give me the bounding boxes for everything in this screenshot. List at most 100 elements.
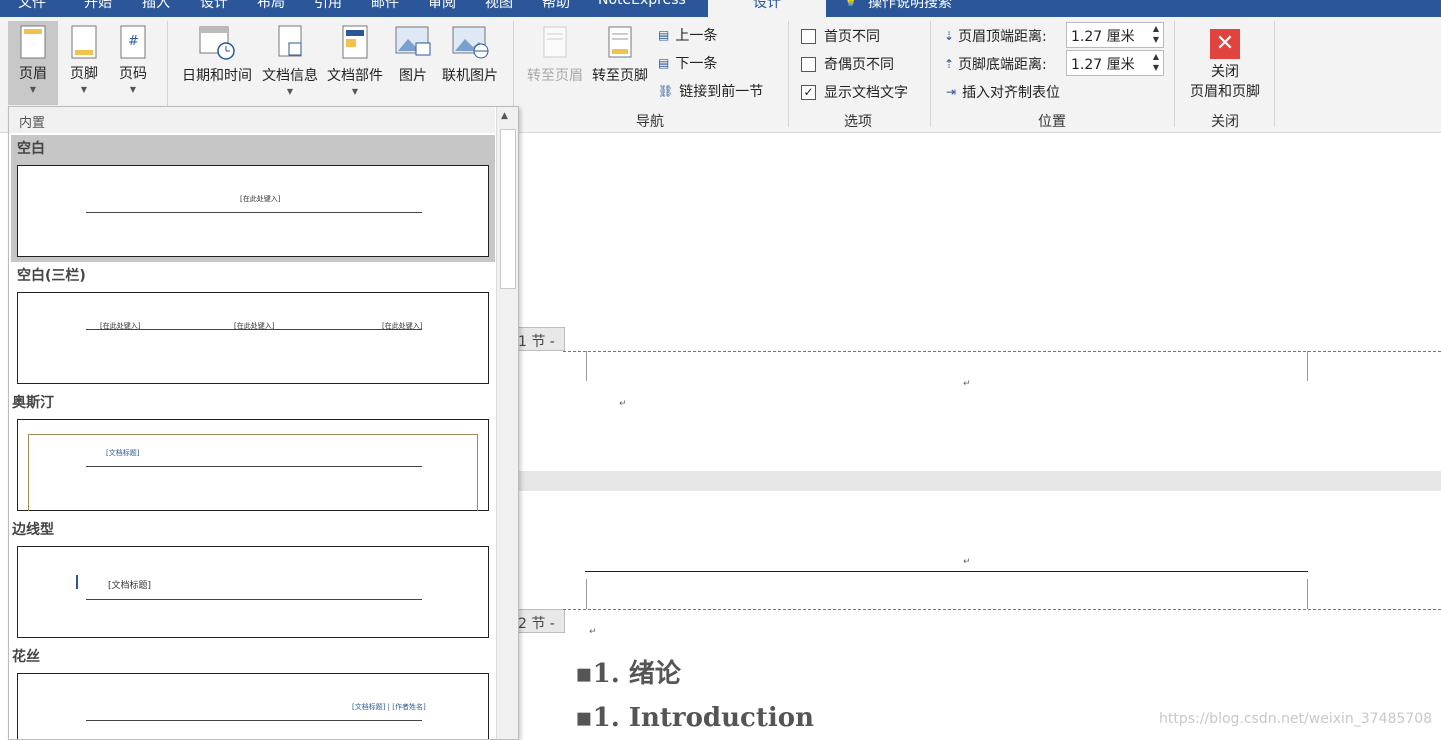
header-button[interactable]: 页眉 ▼ bbox=[8, 21, 58, 105]
tab-help[interactable]: 帮助 bbox=[542, 0, 570, 12]
heading-english[interactable]: ▪1. Introduction bbox=[575, 703, 814, 733]
datetime-button[interactable]: 日期和时间 bbox=[176, 21, 258, 85]
checkmark-icon[interactable]: ✓ bbox=[801, 84, 816, 100]
svg-text:#: # bbox=[128, 34, 139, 49]
paragraph-mark: ↵ bbox=[963, 379, 971, 389]
checkbox-box[interactable] bbox=[801, 28, 816, 44]
separator bbox=[1274, 21, 1275, 127]
header-line bbox=[86, 212, 422, 213]
tab-mailings[interactable]: 邮件 bbox=[371, 0, 399, 12]
footer-bottom-distance-label: ⇡ 页脚底端距离: bbox=[944, 57, 1047, 73]
header-gallery-dropdown: 内置 空白 [在此处键入] 空白(三栏) [在此处键入] [在此处键入] [在此… bbox=[8, 106, 519, 740]
side-bar bbox=[76, 575, 78, 589]
spin-down-icon[interactable]: ▼ bbox=[1153, 63, 1159, 72]
gallery-section-header: 内置 bbox=[9, 107, 495, 133]
link-to-previous-button[interactable]: ⛓ 链接到前一节 bbox=[658, 81, 763, 101]
goto-footer-icon bbox=[608, 26, 632, 58]
tab-header-footer-design[interactable]: 设计 bbox=[708, 0, 826, 17]
tab-home[interactable]: 开始 bbox=[84, 0, 112, 12]
tab-references[interactable]: 引用 bbox=[314, 0, 342, 12]
insert-alignment-tab-button[interactable]: ⇥ 插入对齐制表位 bbox=[946, 82, 1060, 102]
separator bbox=[788, 21, 789, 127]
spin-down-icon[interactable]: ▼ bbox=[1153, 35, 1159, 44]
tab-insert[interactable]: 插入 bbox=[142, 0, 170, 12]
header-page-icon bbox=[20, 25, 46, 59]
quick-parts-icon bbox=[342, 25, 368, 59]
goto-header-button[interactable]: 转至页眉 bbox=[522, 21, 588, 85]
spin-up-icon[interactable]: ▲ bbox=[1153, 52, 1159, 61]
online-picture-button[interactable]: 联机图片 bbox=[438, 21, 502, 85]
page-gap bbox=[517, 471, 1441, 491]
footer-button[interactable]: 页脚 ▼ bbox=[60, 21, 108, 94]
tab-review[interactable]: 审阅 bbox=[428, 0, 456, 12]
alignment-tab-icon: ⇥ bbox=[946, 85, 957, 99]
checkbox-box[interactable] bbox=[801, 56, 816, 72]
header-top-distance-label: ⇣ 页眉顶端距离: bbox=[944, 29, 1047, 45]
gallery-item-blank-three-column[interactable]: [在此处键入] [在此处键入] [在此处键入] bbox=[17, 292, 489, 384]
separator bbox=[930, 21, 931, 127]
chevron-down-icon: ▼ bbox=[286, 87, 294, 96]
header-top-distance-spinner[interactable]: 1.27 厘米 ▲ ▼ bbox=[1066, 22, 1164, 48]
group-label-options: 选项 bbox=[844, 114, 872, 130]
odd-even-different-checkbox[interactable]: 奇偶页不同 bbox=[801, 54, 894, 74]
show-document-text-checkbox[interactable]: ✓ 显示文档文字 bbox=[801, 82, 908, 102]
tell-me-search[interactable]: 操作说明搜索 bbox=[868, 0, 952, 12]
tab-design[interactable]: 设计 bbox=[200, 0, 228, 12]
scroll-up-icon[interactable]: ▲ bbox=[501, 111, 508, 121]
watermark-text: https://blog.csdn.net/weixin_37485708 bbox=[1159, 711, 1433, 727]
group-label-close: 关闭 bbox=[1211, 114, 1239, 130]
footer-bottom-distance-spinner[interactable]: 1.27 厘米 ▲ ▼ bbox=[1066, 50, 1164, 76]
spin-up-icon[interactable]: ▲ bbox=[1153, 24, 1159, 33]
close-header-footer-button[interactable]: ✕ 关闭 页眉和页脚 bbox=[1180, 21, 1270, 101]
chevron-down-icon: ▼ bbox=[129, 85, 137, 94]
group-label-position: 位置 bbox=[1038, 114, 1066, 130]
goto-header-icon bbox=[543, 26, 567, 58]
header-boundary-line bbox=[563, 609, 1441, 610]
gallery-item-filigree[interactable]: [文档标题] | [作者姓名] bbox=[17, 673, 489, 739]
tab-layout[interactable]: 布局 bbox=[257, 0, 285, 12]
header-rule bbox=[585, 571, 1308, 572]
first-page-different-checkbox[interactable]: 首页不同 bbox=[801, 26, 880, 46]
margin-corner bbox=[1307, 351, 1308, 381]
tab-file[interactable]: 文件 bbox=[18, 0, 46, 12]
doc-info-button[interactable]: 文档信息 ▼ bbox=[258, 21, 322, 96]
tab-view[interactable]: 视图 bbox=[485, 0, 513, 12]
chevron-down-icon: ▼ bbox=[29, 85, 37, 94]
paragraph-mark: ↵ bbox=[963, 557, 971, 567]
picture-icon bbox=[395, 26, 431, 56]
gallery-item-austin[interactable]: [文档标题] bbox=[17, 419, 489, 511]
goto-footer-button[interactable]: 转至页脚 bbox=[588, 21, 652, 85]
gallery-scrollbar[interactable]: ▲ bbox=[496, 107, 518, 739]
heading-chinese[interactable]: ▪1. 绪论 bbox=[575, 653, 681, 690]
document-info-icon bbox=[278, 25, 302, 57]
previous-button[interactable]: ▤ 上一条 bbox=[658, 25, 717, 45]
header-line bbox=[86, 466, 422, 467]
next-button[interactable]: ▤ 下一条 bbox=[658, 53, 717, 73]
page-number-button[interactable]: # 页码 ▼ bbox=[110, 21, 156, 94]
previous-section-icon: ▤ bbox=[658, 28, 670, 42]
online-picture-icon bbox=[452, 26, 489, 59]
calendar-clock-icon bbox=[199, 26, 235, 60]
section-1-tag: 1 节 - bbox=[517, 327, 565, 351]
tab-noteexpress[interactable]: NoteExpress bbox=[598, 0, 686, 8]
chevron-down-icon: ▼ bbox=[80, 85, 88, 94]
doc-parts-button[interactable]: 文档部件 ▼ bbox=[322, 21, 388, 96]
next-section-icon: ▤ bbox=[658, 56, 670, 70]
margin-corner bbox=[586, 351, 587, 381]
picture-button[interactable]: 图片 bbox=[390, 21, 436, 85]
header-line bbox=[86, 599, 422, 600]
ribbon-tab-bar: 文件 开始 插入 设计 布局 引用 邮件 审阅 视图 帮助 NoteExpres… bbox=[0, 0, 1441, 17]
gallery-item-label: 空白 bbox=[17, 141, 45, 157]
group-label-navigation: 导航 bbox=[636, 114, 664, 130]
gallery-item-label: 花丝 bbox=[12, 649, 40, 665]
paragraph-mark: ↵ bbox=[619, 399, 627, 409]
document-area[interactable]: 1 节 - ↵ ↵ ↵ 2 节 - ↵ ▪1. 绪论 ▪1. Introduct… bbox=[517, 133, 1441, 738]
section-2-tag: 2 节 - bbox=[517, 609, 565, 633]
gallery-preview[interactable]: [在此处键入] bbox=[17, 165, 489, 257]
header-line bbox=[86, 329, 422, 330]
scrollbar-thumb[interactable] bbox=[500, 129, 516, 289]
gallery-item-sideline[interactable]: [文档标题] bbox=[17, 546, 489, 638]
header-boundary-line bbox=[563, 351, 1441, 352]
footer-page-icon bbox=[71, 25, 97, 59]
gallery-item-label: 空白(三栏) bbox=[17, 268, 86, 284]
